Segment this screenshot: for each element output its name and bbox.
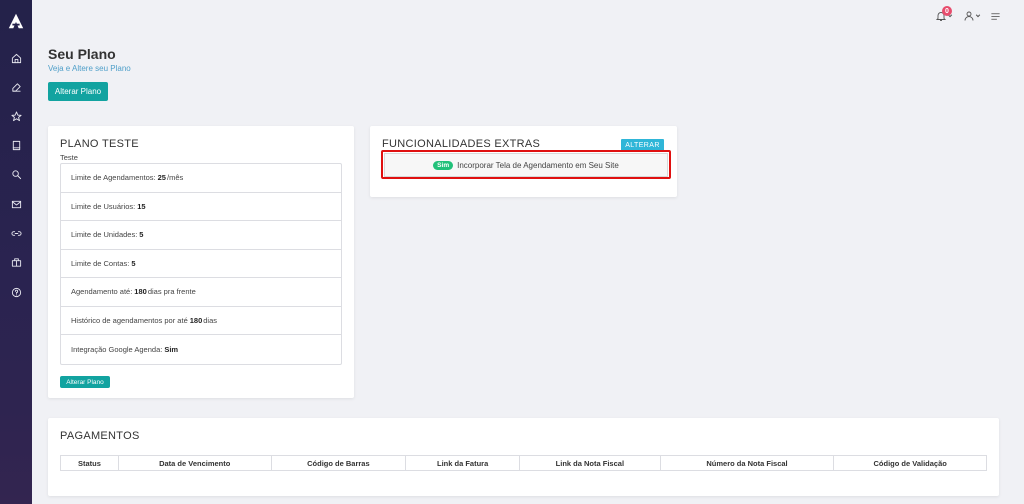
list-item: Limite de Usuários: 15: [61, 193, 341, 221]
highlight-box: [381, 150, 671, 179]
list-item: Agendamento até: 180 dias pra frente: [61, 278, 341, 307]
column-header[interactable]: Código de Barras: [272, 456, 407, 470]
page-subtitle: Veja e Altere seu Plano: [48, 64, 131, 73]
column-header[interactable]: Link da Fatura: [406, 456, 520, 470]
column-header[interactable]: Código de Validação: [834, 456, 986, 470]
book-icon[interactable]: [0, 135, 32, 155]
menu-icon[interactable]: [990, 9, 1001, 23]
list-item: Limite de Agendamentos: 25/mês: [61, 164, 341, 193]
star-icon[interactable]: [0, 106, 32, 126]
list-item: Limite de Unidades: 5: [61, 221, 341, 250]
search-icon[interactable]: [0, 164, 32, 184]
notification-badge: 0: [942, 6, 952, 16]
plan-card: PLANO TESTE Teste Limite de Agendamentos…: [48, 126, 354, 398]
help-icon[interactable]: [0, 282, 32, 302]
scrollbar[interactable]: [1016, 0, 1024, 504]
column-header[interactable]: Link da Nota Fiscal: [520, 456, 661, 470]
payments-card: PAGAMENTOS Status Data de Vencimento Cód…: [48, 418, 999, 496]
mail-icon[interactable]: [0, 194, 32, 214]
column-header[interactable]: Número da Nota Fiscal: [661, 456, 835, 470]
plan-title: PLANO TESTE: [60, 138, 139, 150]
link-icon[interactable]: [0, 223, 32, 243]
payments-title: PAGAMENTOS: [60, 430, 140, 442]
alterar-plano-small-button[interactable]: Alterar Plano: [60, 376, 110, 388]
list-item: Histórico de agendamentos por até 180 dias: [61, 307, 341, 335]
list-item: Limite de Contas: 5: [61, 250, 341, 278]
sidebar: [0, 0, 32, 504]
alterar-plano-button[interactable]: Alterar Plano: [48, 82, 108, 101]
edit-icon[interactable]: [0, 77, 32, 97]
payments-table-header: Status Data de Vencimento Código de Barr…: [60, 455, 987, 471]
plan-feature-list: Limite de Agendamentos: 25/mês Limite de …: [60, 163, 342, 365]
page-title: Seu Plano: [48, 46, 116, 62]
column-header[interactable]: Status: [61, 456, 119, 470]
extras-title: FUNCIONALIDADES EXTRAS: [382, 138, 541, 150]
list-item: Integração Google Agenda: Sim: [71, 344, 179, 354]
user-icon[interactable]: [963, 9, 981, 23]
home-icon[interactable]: [0, 48, 32, 68]
briefcase-icon[interactable]: [0, 252, 32, 272]
plan-subtitle: Teste: [60, 153, 78, 162]
column-header[interactable]: Data de Vencimento: [119, 456, 272, 470]
app-logo[interactable]: [6, 10, 26, 32]
